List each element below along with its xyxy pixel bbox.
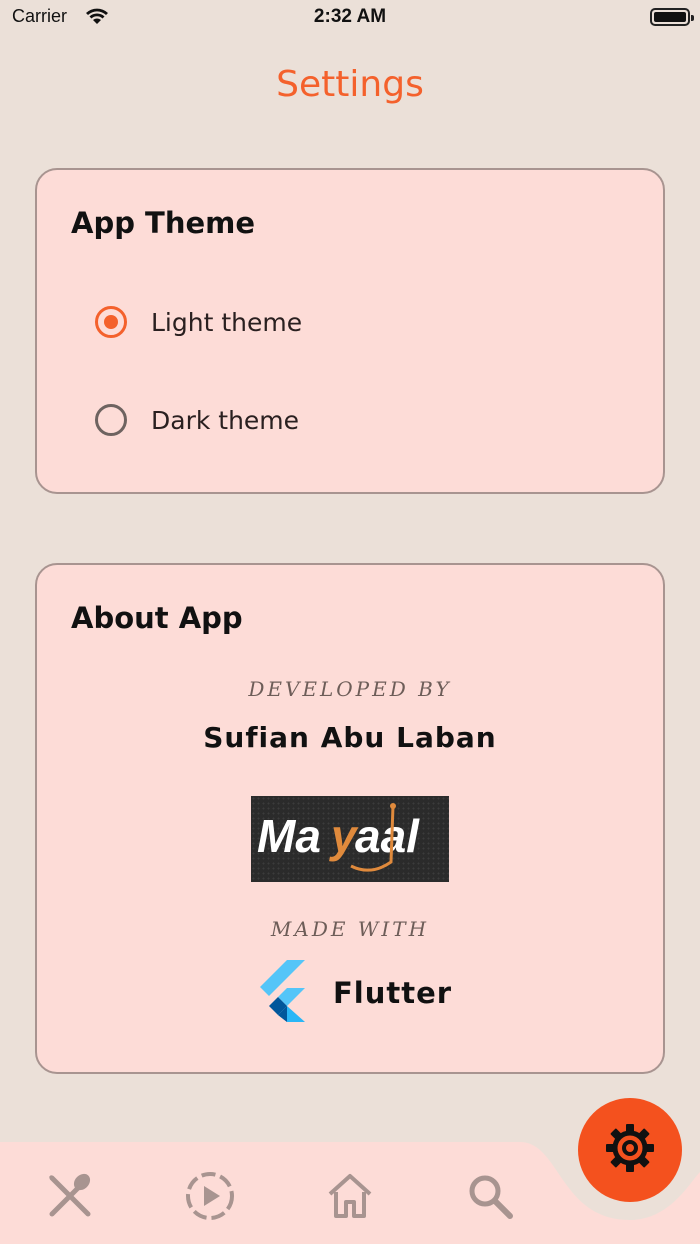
developed-by-label: DEVELOPED BY [248,677,452,701]
dark-theme-option[interactable]: Dark theme [95,400,299,440]
nav-settings-button[interactable] [578,1098,682,1202]
play-circle-icon [184,1172,236,1226]
nav-home-button[interactable] [324,1170,376,1222]
flutter-label: Flutter [333,976,453,1010]
flutter-icon [257,960,309,1026]
page-title: Settings [276,64,424,105]
dark-theme-radio[interactable] [95,404,127,436]
about-app-card: About App DEVELOPED BY Sufian Abu Laban … [35,563,665,1074]
flutter-badge: Flutter [257,960,453,1026]
dark-theme-label: Dark theme [151,405,300,435]
made-with-label: MADE WITH [270,917,430,941]
mayaal-logo: Ma y aal [251,796,449,882]
light-theme-label: Light theme [151,307,303,337]
gear-icon [604,1122,656,1178]
light-theme-radio[interactable] [95,306,127,338]
app-theme-card: App Theme Light theme Dark theme [35,168,665,494]
status-bar: Carrier 2:32 AM [0,0,700,36]
nav-search-button[interactable] [464,1170,516,1222]
svg-text:Ma: Ma [257,810,321,862]
search-icon [464,1175,516,1226]
fork-spoon-icon [44,1173,96,1226]
clock: 2:32 AM [313,6,387,27]
app-theme-title: App Theme [71,206,256,240]
svg-text:aal: aal [355,810,420,862]
nav-recipes-button[interactable] [44,1170,96,1222]
developer-name: Sufian Abu Laban [203,721,497,754]
light-theme-option[interactable]: Light theme [95,302,302,342]
home-icon [324,1174,376,1226]
about-app-title: About App [71,601,243,635]
battery-icon [650,8,694,26]
nav-videos-button[interactable] [184,1170,236,1222]
